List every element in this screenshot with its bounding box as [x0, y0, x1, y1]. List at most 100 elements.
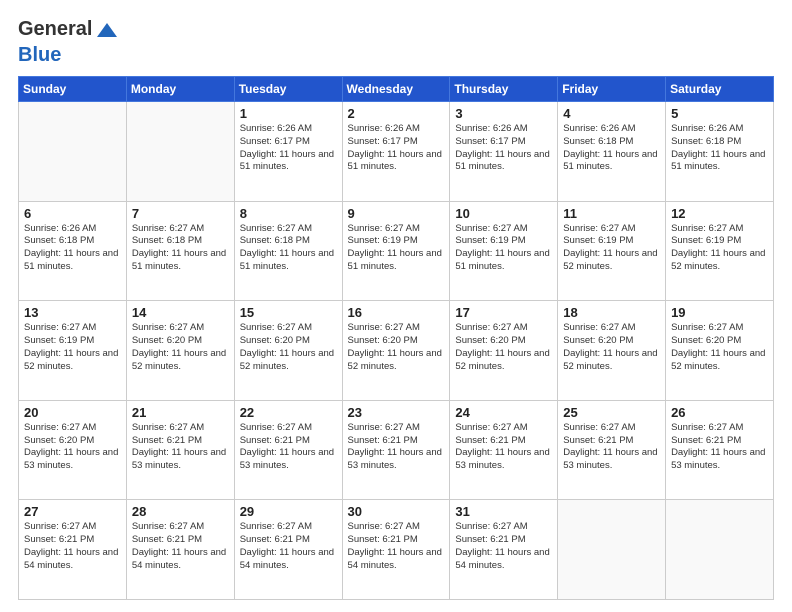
day-number: 13 [24, 305, 122, 320]
logo-arrow-icon [97, 23, 117, 37]
day-info: Sunrise: 6:27 AMSunset: 6:21 PMDaylight:… [348, 422, 446, 473]
calendar-cell: 2Sunrise: 6:26 AMSunset: 6:17 PMDaylight… [342, 102, 450, 202]
day-info: Sunrise: 6:27 AMSunset: 6:19 PMDaylight:… [455, 223, 553, 274]
calendar-cell: 4 Sunrise: 6:26 AMSunset: 6:18 PMDaylight… [558, 102, 666, 202]
logo-wordmark: General [18, 18, 117, 40]
logo-blue: Blue [18, 44, 61, 66]
weekday-header: Saturday [666, 77, 774, 102]
day-info: Sunrise: 6:27 AMSunset: 6:20 PMDaylight:… [348, 322, 446, 373]
day-info: Sunrise: 6:27 AMSunset: 6:21 PMDaylight:… [132, 422, 230, 473]
calendar-cell: 25 Sunrise: 6:27 AMSunset: 6:21 PMDayligh… [558, 400, 666, 500]
day-info: Sunrise: 6:27 AMSunset: 6:20 PMDaylight:… [671, 322, 769, 373]
day-info: Sunrise: 6:26 AMSunset: 6:17 PMDaylight:… [240, 123, 338, 174]
day-info: Sunrise: 6:27 AMSunset: 6:20 PMDaylight:… [563, 322, 661, 373]
weekday-header: Sunday [19, 77, 127, 102]
day-info: Sunrise: 6:27 AMSunset: 6:21 PMDaylight:… [240, 422, 338, 473]
day-number: 9 [348, 206, 446, 221]
day-info: Sunrise: 6:27 AMSunset: 6:19 PMDaylight:… [24, 322, 122, 373]
weekday-header: Thursday [450, 77, 558, 102]
day-info: Sunrise: 6:27 AMSunset: 6:21 PMDaylight:… [455, 422, 553, 473]
day-info: Sunrise: 6:27 AMSunset: 6:18 PMDaylight:… [240, 223, 338, 274]
calendar-cell: 30 Sunrise: 6:27 AMSunset: 6:21 PMDayligh… [342, 500, 450, 600]
weekday-header: Tuesday [234, 77, 342, 102]
logo: General Blue [18, 18, 117, 66]
day-number: 26 [671, 405, 769, 420]
day-info: Sunrise: 6:26 AMSunset: 6:18 PMDaylight:… [563, 123, 661, 174]
calendar-cell: 12Sunrise: 6:27 AMSunset: 6:19 PMDayligh… [666, 201, 774, 301]
calendar-cell: 16 Sunrise: 6:27 AMSunset: 6:20 PMDayligh… [342, 301, 450, 401]
day-number: 16 [348, 305, 446, 320]
calendar-cell: 9 Sunrise: 6:27 AMSunset: 6:19 PMDaylight… [342, 201, 450, 301]
calendar-cell: 27 Sunrise: 6:27 AMSunset: 6:21 PMDayligh… [19, 500, 127, 600]
day-number: 17 [455, 305, 553, 320]
day-number: 11 [563, 206, 661, 221]
calendar-cell: 13 Sunrise: 6:27 AMSunset: 6:19 PMDayligh… [19, 301, 127, 401]
calendar-cell: 28 Sunrise: 6:27 AMSunset: 6:21 PMDayligh… [126, 500, 234, 600]
calendar-cell: 7Sunrise: 6:27 AMSunset: 6:18 PMDaylight… [126, 201, 234, 301]
day-info: Sunrise: 6:26 AMSunset: 6:17 PMDaylight:… [348, 123, 446, 174]
day-number: 30 [348, 504, 446, 519]
day-number: 4 [563, 106, 661, 121]
day-info: Sunrise: 6:27 AMSunset: 6:21 PMDaylight:… [563, 422, 661, 473]
week-row: 20 Sunrise: 6:27 AMSunset: 6:20 PMDayligh… [19, 400, 774, 500]
day-info: Sunrise: 6:26 AMSunset: 6:18 PMDaylight:… [671, 123, 769, 174]
day-info: Sunrise: 6:27 AMSunset: 6:21 PMDaylight:… [24, 521, 122, 572]
calendar-cell: 6 Sunrise: 6:26 AMSunset: 6:18 PMDaylight… [19, 201, 127, 301]
calendar-cell: 1Sunrise: 6:26 AMSunset: 6:17 PMDaylight… [234, 102, 342, 202]
calendar-cell: 23 Sunrise: 6:27 AMSunset: 6:21 PMDayligh… [342, 400, 450, 500]
day-number: 27 [24, 504, 122, 519]
calendar-cell: 10 Sunrise: 6:27 AMSunset: 6:19 PMDayligh… [450, 201, 558, 301]
calendar-cell: 18Sunrise: 6:27 AMSunset: 6:20 PMDayligh… [558, 301, 666, 401]
calendar-cell: 22 Sunrise: 6:27 AMSunset: 6:21 PMDayligh… [234, 400, 342, 500]
calendar-cell [126, 102, 234, 202]
week-row: 1Sunrise: 6:26 AMSunset: 6:17 PMDaylight… [19, 102, 774, 202]
weekday-header: Friday [558, 77, 666, 102]
day-number: 25 [563, 405, 661, 420]
day-number: 3 [455, 106, 553, 121]
week-row: 6 Sunrise: 6:26 AMSunset: 6:18 PMDaylight… [19, 201, 774, 301]
calendar-cell [19, 102, 127, 202]
day-number: 20 [24, 405, 122, 420]
day-number: 7 [132, 206, 230, 221]
day-number: 14 [132, 305, 230, 320]
day-info: Sunrise: 6:27 AMSunset: 6:19 PMDaylight:… [348, 223, 446, 274]
logo-general: General [18, 18, 92, 40]
calendar-cell: 5 Sunrise: 6:26 AMSunset: 6:18 PMDaylight… [666, 102, 774, 202]
calendar-cell [558, 500, 666, 600]
day-number: 21 [132, 405, 230, 420]
day-number: 19 [671, 305, 769, 320]
day-info: Sunrise: 6:27 AMSunset: 6:20 PMDaylight:… [455, 322, 553, 373]
day-number: 24 [455, 405, 553, 420]
day-number: 28 [132, 504, 230, 519]
calendar-cell: 21 Sunrise: 6:27 AMSunset: 6:21 PMDayligh… [126, 400, 234, 500]
calendar-cell: 17 Sunrise: 6:27 AMSunset: 6:20 PMDayligh… [450, 301, 558, 401]
day-info: Sunrise: 6:27 AMSunset: 6:21 PMDaylight:… [132, 521, 230, 572]
page: General Blue SundayMondayTuesdayWednesda… [0, 0, 792, 612]
day-number: 10 [455, 206, 553, 221]
calendar-cell: 19 Sunrise: 6:27 AMSunset: 6:20 PMDayligh… [666, 301, 774, 401]
calendar-cell: 31Sunrise: 6:27 AMSunset: 6:21 PMDayligh… [450, 500, 558, 600]
calendar-table: SundayMondayTuesdayWednesdayThursdayFrid… [18, 76, 774, 600]
day-number: 8 [240, 206, 338, 221]
calendar-cell: 24 Sunrise: 6:27 AMSunset: 6:21 PMDayligh… [450, 400, 558, 500]
day-number: 6 [24, 206, 122, 221]
calendar-cell [666, 500, 774, 600]
calendar-cell: 15 Sunrise: 6:27 AMSunset: 6:20 PMDayligh… [234, 301, 342, 401]
day-number: 15 [240, 305, 338, 320]
day-info: Sunrise: 6:26 AMSunset: 6:18 PMDaylight:… [24, 223, 122, 274]
day-info: Sunrise: 6:27 AMSunset: 6:20 PMDaylight:… [240, 322, 338, 373]
calendar-cell: 14Sunrise: 6:27 AMSunset: 6:20 PMDayligh… [126, 301, 234, 401]
calendar-cell: 20 Sunrise: 6:27 AMSunset: 6:20 PMDayligh… [19, 400, 127, 500]
day-number: 5 [671, 106, 769, 121]
day-info: Sunrise: 6:27 AMSunset: 6:19 PMDaylight:… [563, 223, 661, 274]
weekday-header: Wednesday [342, 77, 450, 102]
day-number: 23 [348, 405, 446, 420]
weekday-header: Monday [126, 77, 234, 102]
header: General Blue [18, 18, 774, 66]
day-info: Sunrise: 6:27 AMSunset: 6:19 PMDaylight:… [671, 223, 769, 274]
day-info: Sunrise: 6:27 AMSunset: 6:20 PMDaylight:… [24, 422, 122, 473]
week-row: 27 Sunrise: 6:27 AMSunset: 6:21 PMDayligh… [19, 500, 774, 600]
day-info: Sunrise: 6:26 AMSunset: 6:17 PMDaylight:… [455, 123, 553, 174]
day-number: 22 [240, 405, 338, 420]
day-info: Sunrise: 6:27 AMSunset: 6:21 PMDaylight:… [348, 521, 446, 572]
